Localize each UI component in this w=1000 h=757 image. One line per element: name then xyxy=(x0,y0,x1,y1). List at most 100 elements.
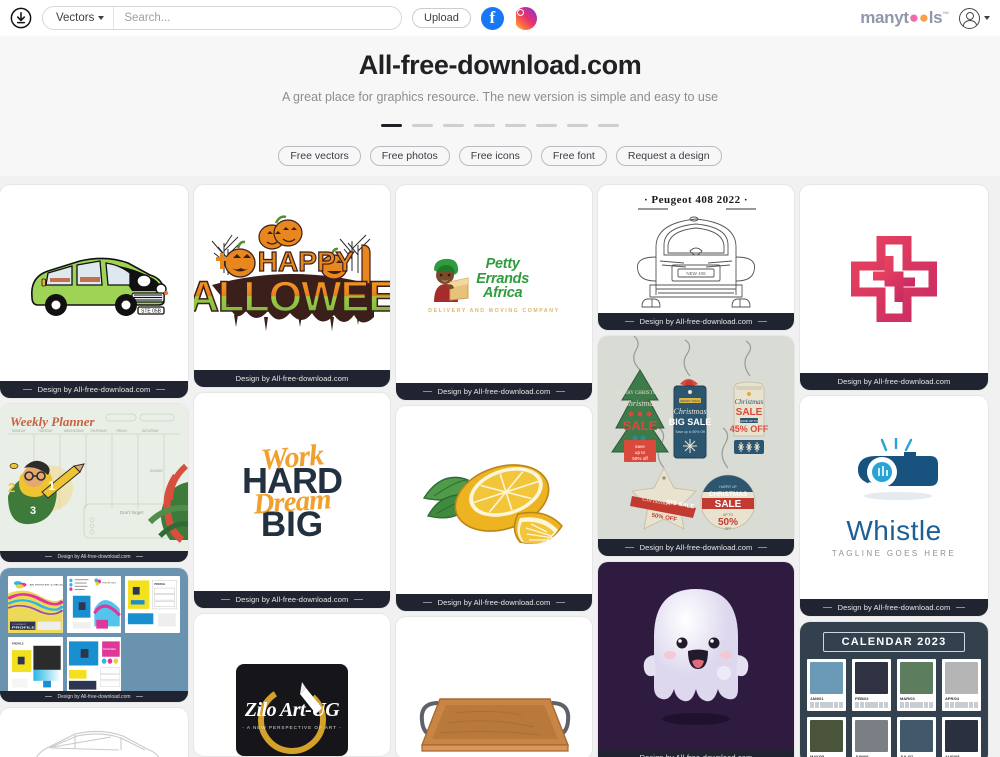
svg-text:50% off: 50% off xyxy=(632,456,648,461)
svg-text:Save up to 50% Off: Save up to 50% Off xyxy=(675,430,704,434)
credit-text: Design by All-free-download.com xyxy=(57,553,131,560)
xmas-tag-rect: MERRY XMAS Christmas BIG SALE Save up to… xyxy=(669,379,712,459)
card-company-profile-brochure[interactable]: AN PRINTER & PACKAGES COMPANY PROFILE xyxy=(0,568,188,703)
masonry-grid: STE 05B Design by All-free-download.com … xyxy=(0,185,1000,757)
card-petty-errands-africa[interactable]: Petty Errands Africa DELIVERY AND MOVING… xyxy=(396,185,592,401)
card-artwork: Petty Errands Africa DELIVERY AND MOVING… xyxy=(396,185,592,383)
credit-text: Design by All-free-download.com xyxy=(437,598,551,608)
carousel-dot[interactable] xyxy=(536,124,557,127)
category-dropdown[interactable]: Vectors xyxy=(43,7,115,29)
card-artwork: Weekly Planner MONDAY TUESDAY WEDNESDAY TH… xyxy=(0,404,188,563)
brand-dot-2: ● xyxy=(918,8,929,27)
download-circle-icon[interactable] xyxy=(10,7,32,29)
svg-text:SALE: SALE xyxy=(715,499,742,510)
svg-text:HURRY UP: HURRY UP xyxy=(719,485,737,489)
svg-text:PROFILE: PROFILE xyxy=(155,582,166,586)
page-subtitle: A great place for graphics resource. The… xyxy=(281,90,719,105)
card-credit: Design by All-free-download.com xyxy=(396,383,592,401)
pill-request-a-design[interactable]: Request a design xyxy=(615,146,722,167)
carousel-dot[interactable] xyxy=(567,124,588,127)
carousel-indicators xyxy=(0,124,1000,128)
svg-text:SALE: SALE xyxy=(736,407,763,418)
svg-text:OFF: OFF xyxy=(725,527,732,531)
card-weekly-planner[interactable]: Weekly Planner MONDAY TUESDAY WEDNESDAY TH… xyxy=(0,404,188,563)
card-whistle-logo[interactable]: Whistle TAGLINE GOES HERE Design by All-… xyxy=(800,396,988,617)
svg-text:PROFILE: PROFILE xyxy=(12,626,35,629)
svg-text:MERRY CHRISTMAS: MERRY CHRISTMAS xyxy=(616,391,663,396)
calendar-month: APR/04 xyxy=(942,659,981,711)
card-credit: Design by All-free-download.com xyxy=(194,591,390,609)
pill-free-icons[interactable]: Free icons xyxy=(458,146,532,167)
card-work-hard-dream-big[interactable]: Work HARD Dream BIG Design by All-free-d… xyxy=(194,393,390,609)
pill-free-photos[interactable]: Free photos xyxy=(369,146,450,167)
carousel-dot[interactable] xyxy=(598,124,619,127)
card-artwork: HAPPY HALLOWEEN xyxy=(194,185,390,370)
search-bar[interactable]: Vectors xyxy=(42,6,402,30)
search-input[interactable] xyxy=(114,7,401,29)
card-green-mini-car[interactable]: STE 05B Design by All-free-download.com xyxy=(0,185,188,399)
petty-errands-mascot xyxy=(434,258,469,303)
card-wooden-tray[interactable] xyxy=(396,617,592,757)
svg-text:Christmas: Christmas xyxy=(735,398,764,406)
brochure-page: PROFILE xyxy=(125,576,180,634)
calendar-month: FEB/02 xyxy=(852,659,891,711)
facebook-icon[interactable] xyxy=(480,6,504,30)
category-pill-row: Free vectors Free photos Free icons Free… xyxy=(0,146,1000,167)
grid-column-5: Design by All-free-download.com Whistle … xyxy=(800,185,988,757)
xmas-tag-circle: HURRY UP CHRISTMAS SALE UP TO 50% OFF xyxy=(700,474,756,531)
calendar-month-label: MAY/05 xyxy=(810,753,825,757)
carousel-dot[interactable] xyxy=(412,124,433,127)
credit-text: Design by All-free-download.com xyxy=(837,377,951,387)
pill-free-font[interactable]: Free font xyxy=(540,146,607,167)
card-credit: Design by All-free-download.com xyxy=(800,373,988,391)
card-lemon-illustration[interactable]: Design by All-free-download.com xyxy=(396,406,592,612)
credit-text: Design by All-free-download.com xyxy=(639,317,753,327)
card-artwork: CALENDAR 2023 JAN/01 FEB/02 MAR/03 APR/0… xyxy=(800,622,988,757)
card-credit: Design by All-free-download.com xyxy=(598,539,794,557)
card-artwork: Zilo Art-UG - A NEW PERSPECTIVE OF ART - xyxy=(194,614,390,757)
car-plate-text: STE 05B xyxy=(141,309,162,315)
xmas-tag-tree: MERRY CHRISTMAS Christmas SALE save up t… xyxy=(611,369,669,463)
pill-free-vectors[interactable]: Free vectors xyxy=(278,146,361,167)
account-menu[interactable] xyxy=(959,7,990,29)
chevron-down-icon xyxy=(984,16,990,20)
zilo-title: Zilo Art-UG xyxy=(244,698,340,721)
xmas-tag-star: Christmas BIG SALE 50% OFF xyxy=(630,466,698,530)
manytools-logo[interactable]: manyt●●ls™ xyxy=(860,8,949,28)
card-medical-cross-logo[interactable]: Design by All-free-download.com xyxy=(800,185,988,391)
carousel-dot[interactable] xyxy=(443,124,464,127)
calendar-month-label: APR/04 xyxy=(945,696,960,702)
card-calendar-2023[interactable]: CALENDAR 2023 JAN/01 FEB/02 MAR/03 APR/0… xyxy=(800,622,988,757)
card-car-outline-sketch[interactable] xyxy=(0,708,188,757)
svg-text:PACKAGES: PACKAGES xyxy=(103,648,116,651)
instagram-icon[interactable] xyxy=(513,5,537,30)
carousel-dot[interactable] xyxy=(505,124,526,127)
card-happy-halloween[interactable]: HAPPY HALLOWEEN Design by All-free-downl… xyxy=(194,185,390,388)
calendar-month-label: JUL/07 xyxy=(900,753,914,757)
card-artwork: MERRY CHRISTMAS Christmas SALE save up t… xyxy=(598,336,794,540)
grid-column-2: HAPPY HALLOWEEN Design by All-free-downl… xyxy=(194,185,390,757)
card-zilo-art-ug[interactable]: Zilo Art-UG - A NEW PERSPECTIVE OF ART - xyxy=(194,614,390,757)
credit-text: Design by All-free-download.com xyxy=(235,595,349,605)
carousel-dot[interactable] xyxy=(381,124,402,128)
petty-tagline: DELIVERY AND MOVING COMPANY xyxy=(428,308,560,315)
brochure-page: PROFILE xyxy=(8,637,63,695)
upload-button[interactable]: Upload xyxy=(412,8,471,28)
carousel-dot[interactable] xyxy=(474,124,495,127)
petty-line-2: Errands xyxy=(476,270,529,287)
card-artwork: · Peugeot 408 2022 · NEW 408 xyxy=(598,185,794,313)
brochure-page: AN PRINTER & PACKAGES COMPANY PROFILE xyxy=(8,576,63,634)
card-christmas-sale-tags[interactable]: MERRY CHRISTMAS Christmas SALE save up t… xyxy=(598,336,794,557)
svg-text:SALE: SALE xyxy=(623,418,658,433)
petty-line-3: Africa xyxy=(482,285,523,302)
chevron-down-icon xyxy=(98,16,105,20)
svg-text:BIG SALE: BIG SALE xyxy=(669,417,712,427)
svg-text:45% OFF: 45% OFF xyxy=(730,424,769,434)
calendar-month-grid: JAN/01 FEB/02 MAR/03 APR/04 MAY/05 JUN/0… xyxy=(807,659,981,757)
card-artwork: AN PRINTER & PACKAGES COMPANY PROFILE xyxy=(0,568,188,703)
card-peugeot-408[interactable]: · Peugeot 408 2022 · NEW 408 Design by A… xyxy=(598,185,794,331)
svg-text:up to: up to xyxy=(635,450,646,455)
card-cute-ghost[interactable]: Design by All-free-download.com xyxy=(598,562,794,757)
svg-text:2: 2 xyxy=(8,480,15,495)
brand-text-3: ls xyxy=(928,8,943,27)
